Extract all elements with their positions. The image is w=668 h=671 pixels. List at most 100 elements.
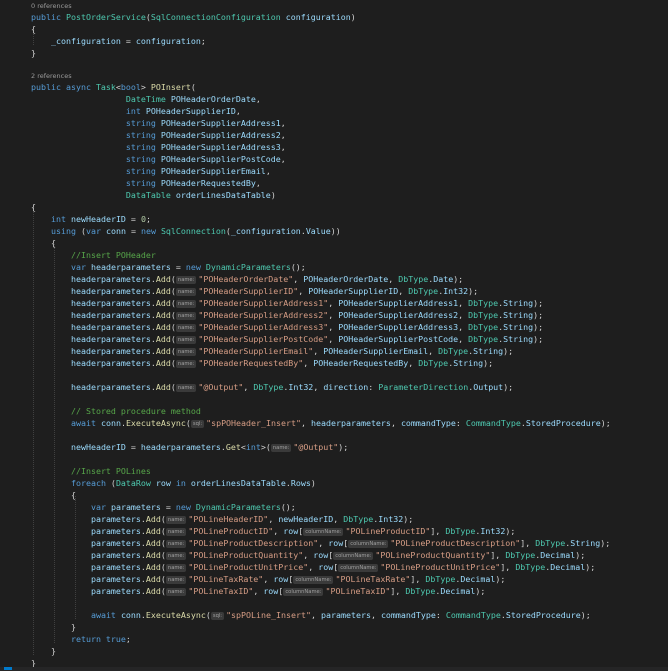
code-token: string — [125, 118, 156, 128]
code-token: commandType — [380, 610, 436, 620]
code-token: , — [280, 142, 286, 152]
code-line: { — [31, 237, 56, 249]
code-token: _configuration — [50, 36, 121, 46]
code-token: bool — [120, 82, 141, 92]
code-token: Rows — [290, 478, 311, 488]
code-line: } — [31, 621, 76, 633]
parameter-hint: name: — [175, 312, 197, 320]
code-token: Add — [145, 574, 161, 584]
code-token: parameters — [90, 562, 141, 572]
editor-bottom-bar — [0, 667, 668, 671]
code-token: "POHeaderSupplierEmail" — [198, 346, 314, 356]
code-token: ], — [390, 586, 406, 596]
code-token: = — [125, 226, 141, 236]
code-token: parameters — [90, 514, 141, 524]
code-token: ); — [600, 538, 611, 548]
code-token: , — [308, 562, 319, 572]
code-token: row — [328, 538, 344, 548]
code-token: , — [318, 538, 329, 548]
code-token: configuration — [135, 36, 201, 46]
code-token: ; — [200, 36, 206, 46]
code-line: headerparameters.Add(name: "POHeaderSuppl… — [31, 297, 543, 309]
code-token: ( — [190, 82, 196, 92]
code-token: , — [280, 118, 286, 128]
code-token: string — [125, 130, 156, 140]
code-token: headerparameters — [70, 322, 151, 332]
code-token: Decimal — [550, 562, 586, 572]
code-line: string POHeaderSupplierPostCode, — [31, 153, 286, 165]
code-line: headerparameters.Add(name: "@Output", DbT… — [31, 381, 513, 393]
code-token: String — [503, 298, 534, 308]
parameter-hint: name: — [175, 336, 197, 344]
parameter-hint: name: — [175, 360, 197, 368]
code-token: Date — [433, 274, 454, 284]
code-token: CommandType — [465, 418, 521, 428]
code-token: parameters — [90, 586, 141, 596]
code-token: , — [255, 94, 261, 104]
parameter-hint: name: — [165, 576, 187, 584]
code-token: DbType — [468, 310, 499, 320]
code-token: ); — [505, 526, 516, 536]
code-token: : — [455, 418, 466, 428]
code-token: await — [90, 610, 116, 620]
code-token: Output — [473, 382, 504, 392]
code-token: Add — [155, 274, 171, 284]
code-line: await conn.ExecuteAsync(sql: "spPOHeader_… — [31, 417, 611, 429]
code-line: } — [31, 645, 56, 657]
code-token: ); — [533, 322, 544, 332]
code-line: headerparameters.Add(name: "POHeaderReque… — [31, 357, 493, 369]
code-line: { — [31, 23, 36, 35]
code-token: DbType — [398, 274, 429, 284]
code-token: String — [473, 346, 504, 356]
scroll-indicator[interactable] — [4, 667, 12, 670]
code-line: return true; — [31, 633, 131, 645]
code-token: DbType — [253, 382, 284, 392]
code-token: SqlConnectionConfiguration — [150, 12, 281, 22]
code-token: ( — [105, 478, 116, 488]
code-token: , — [398, 286, 409, 296]
code-token: POHeaderRequestedBy — [160, 178, 256, 188]
code-editor[interactable]: 0 references public PostOrderService(SqlC… — [0, 0, 668, 671]
code-token: ); — [503, 346, 514, 356]
code-token: ], — [490, 550, 506, 560]
code-token: ); — [580, 610, 591, 620]
code-token: "spPOHeader_Insert" — [206, 418, 301, 428]
code-token: ], — [500, 562, 516, 572]
code-line: headerparameters.Add(name: "POHeaderSuppl… — [31, 309, 543, 321]
code-token: string — [125, 178, 156, 188]
code-token: in — [175, 478, 186, 488]
parameter-hint: name: — [175, 384, 197, 392]
code-token: DataTable — [125, 190, 171, 200]
code-line: newHeaderID = headerparameters.Get<int>(… — [31, 441, 348, 453]
codelens-references[interactable]: 0 references — [31, 2, 72, 11]
code-token: Add — [155, 286, 171, 296]
code-token: , — [328, 310, 339, 320]
codelens-references[interactable]: 2 references — [31, 72, 72, 81]
code-token: , — [280, 130, 286, 140]
code-token: Int32 — [443, 286, 469, 296]
code-token: , — [273, 526, 284, 536]
code-token: newHeaderID — [70, 214, 126, 224]
code-token: "@Output" — [198, 382, 244, 392]
code-line: string POHeaderRequestedBy, — [31, 177, 261, 189]
code-line: parameters.Add(name: "POLineProductUnitPr… — [31, 561, 595, 573]
parameter-hint: name: — [175, 348, 197, 356]
code-token: Int32 — [378, 514, 404, 524]
code-line: parameters.Add(name: "POLineProductQuanti… — [31, 549, 585, 561]
code-token: ); — [585, 562, 596, 572]
parameter-hint: columnName: — [348, 540, 389, 548]
code-token: var — [90, 502, 106, 512]
code-token: = — [170, 262, 186, 272]
code-token: { — [31, 24, 36, 34]
code-token: , — [243, 382, 254, 392]
code-line: _configuration = configuration; — [31, 35, 206, 47]
parameter-hint: columnName: — [338, 564, 379, 572]
code-token: = — [125, 442, 141, 452]
code-token: return true — [70, 634, 126, 644]
code-token: POHeaderSupplierPostCode — [160, 154, 281, 164]
